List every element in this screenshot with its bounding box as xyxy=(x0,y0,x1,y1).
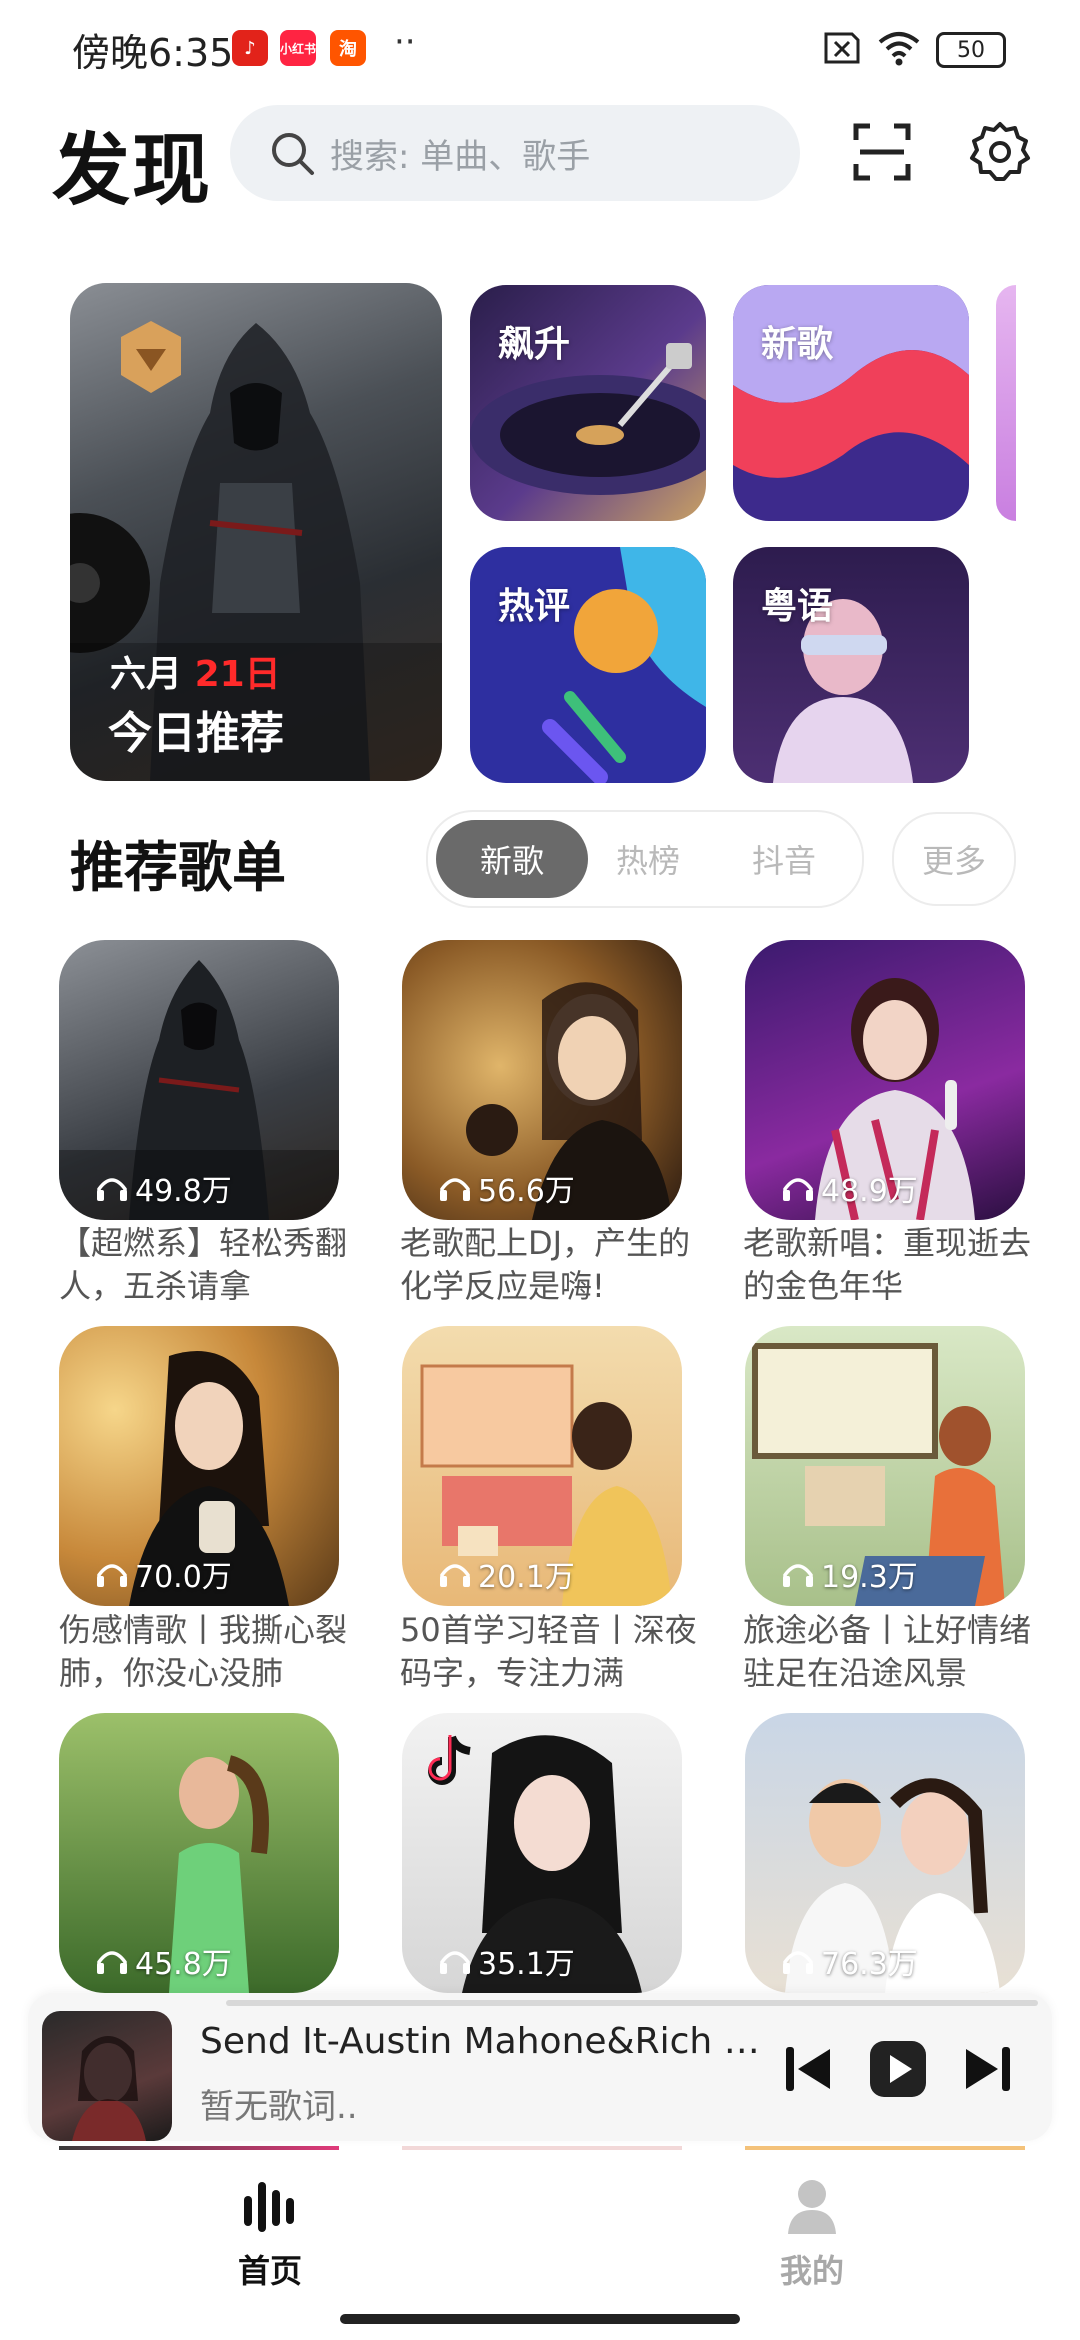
wifi-icon xyxy=(878,32,920,66)
headphones-icon xyxy=(783,1178,813,1201)
playlist-title[interactable]: 老歌配上DJ，产生的化学反应是嗨! xyxy=(400,1222,700,1308)
battery-icon: 50 xyxy=(936,32,1006,68)
daily-month: 六月 xyxy=(110,654,183,695)
tile-rising-chart[interactable]: 飙升 xyxy=(470,285,706,521)
scan-icon[interactable] xyxy=(852,122,912,182)
playlist-card[interactable]: 35.1万 xyxy=(402,1713,682,1993)
no-sim-icon xyxy=(824,32,860,64)
next-track-icon[interactable] xyxy=(960,2041,1016,2097)
tile-hot-comments[interactable]: 热评 xyxy=(470,547,706,783)
playback-progress-bar[interactable] xyxy=(226,2000,1038,2006)
album-art[interactable] xyxy=(42,2011,172,2141)
play-count: 76.3万 xyxy=(781,1939,918,1983)
tile-cantonese[interactable]: 粤语 xyxy=(733,547,969,783)
play-count-value: 48.9万 xyxy=(821,1174,918,1209)
playlist-card[interactable]: 49.8万 xyxy=(59,940,339,1220)
daily-date: 六月 21日 xyxy=(110,645,281,697)
play-count-value: 56.6万 xyxy=(478,1174,575,1209)
playlist-card[interactable]: 76.3万 xyxy=(745,1713,1025,1993)
playlist-card[interactable]: 20.1万 xyxy=(402,1326,682,1606)
page-title: 发现 xyxy=(52,126,213,216)
play-count: 19.3万 xyxy=(781,1552,918,1596)
status-time: 傍晚6:35 xyxy=(72,31,234,75)
headphones-icon xyxy=(97,1951,127,1974)
playlist-card[interactable]: 19.3万 xyxy=(745,1326,1025,1606)
play-count-value: 70.0万 xyxy=(135,1560,232,1595)
play-button-icon[interactable] xyxy=(868,2039,928,2099)
play-count: 35.1万 xyxy=(438,1939,575,1983)
tile-label: 新歌 xyxy=(761,324,834,365)
headphones-icon xyxy=(783,1564,813,1587)
search-placeholder: 搜索: 单曲、歌手 xyxy=(330,137,591,177)
play-count-value: 35.1万 xyxy=(478,1947,575,1982)
daily-recommend-card[interactable]: 六月 21日 今日推荐 xyxy=(70,283,442,781)
play-count-value: 19.3万 xyxy=(821,1560,918,1595)
tab-new-songs[interactable]: 新歌 xyxy=(436,820,588,898)
more-notifications-icon: ·· xyxy=(394,22,416,62)
search-bar[interactable]: 搜索: 单曲、歌手 xyxy=(230,105,800,201)
settings-icon[interactable] xyxy=(968,120,1032,184)
headphones-icon xyxy=(97,1178,127,1201)
tab-douyin[interactable]: 抖音 xyxy=(708,820,860,898)
more-button[interactable]: 更多 xyxy=(892,812,1016,906)
playlist-title[interactable]: 老歌新唱：重现逝去的金色年华 xyxy=(743,1222,1043,1308)
tile-new-songs[interactable]: 新歌 xyxy=(733,285,969,521)
playlist-title[interactable]: 旅途必备丨让好情绪驻足在沿途风景 xyxy=(743,1609,1043,1695)
play-count-value: 20.1万 xyxy=(478,1560,575,1595)
previous-track-icon[interactable] xyxy=(780,2041,836,2097)
tile-label: 热评 xyxy=(498,586,571,627)
nav-home-label: 首页 xyxy=(238,2252,303,2290)
tiktok-icon xyxy=(428,1735,471,1785)
bottom-nav: 首页 我的 xyxy=(0,2150,1080,2340)
music-app-icon: ♪ xyxy=(232,30,268,66)
play-count-value: 76.3万 xyxy=(821,1947,918,1982)
nav-mine[interactable]: 我的 xyxy=(742,2176,882,2306)
headphones-icon xyxy=(783,1951,813,1974)
headphones-icon xyxy=(440,1951,470,1974)
now-playing-title[interactable]: Send It-Austin Mahone&Rich Ho... xyxy=(200,2021,780,2062)
headphones-icon xyxy=(97,1564,127,1587)
playlist-card[interactable]: 48.9万 xyxy=(745,940,1025,1220)
mini-player[interactable]: Send It-Austin Mahone&Rich Ho... 暂无歌词.. xyxy=(28,1993,1052,2141)
tab-hot-chart[interactable]: 热榜 xyxy=(572,820,724,898)
taobao-icon: 淘 xyxy=(330,30,366,66)
album-cover xyxy=(72,2036,146,2141)
nav-home[interactable]: 首页 xyxy=(200,2176,340,2306)
headphones-icon xyxy=(440,1178,470,1201)
play-count: 48.9万 xyxy=(781,1166,918,1210)
daily-day: 21日 xyxy=(194,654,281,695)
playlist-tab-bar: 新歌 热榜 抖音 xyxy=(426,810,864,908)
search-icon xyxy=(272,133,314,175)
person-icon xyxy=(788,2180,836,2234)
playlist-card[interactable]: 70.0万 xyxy=(59,1326,339,1606)
tile-next-peek[interactable] xyxy=(996,285,1016,521)
playlist-title[interactable]: 50首学习轻音丨深夜码字，专注力满 xyxy=(400,1609,700,1695)
play-count: 70.0万 xyxy=(95,1552,232,1596)
playlist-title[interactable]: 伤感情歌丨我撕心裂肺，你没心没肺 xyxy=(59,1609,359,1695)
xiaohongshu-icon: 小红书 xyxy=(280,30,316,66)
play-count-value: 49.8万 xyxy=(135,1174,232,1209)
tile-label: 飙升 xyxy=(498,324,571,365)
play-count: 56.6万 xyxy=(438,1166,575,1210)
vip-badge-icon xyxy=(121,321,181,393)
playlist-card[interactable]: 45.8万 xyxy=(59,1713,339,1993)
now-playing-lyric: 暂无歌词.. xyxy=(200,2087,358,2127)
tile-label: 粤语 xyxy=(761,586,834,627)
play-count-value: 45.8万 xyxy=(135,1947,232,1982)
daily-label: 今日推荐 xyxy=(108,708,284,759)
playlist-title[interactable]: 【超燃系】轻松秀翻人，五杀请拿 xyxy=(59,1222,359,1308)
home-indicator[interactable] xyxy=(340,2314,740,2324)
equalizer-icon xyxy=(244,2182,294,2232)
playlist-card[interactable]: 56.6万 xyxy=(402,940,682,1220)
nav-mine-label: 我的 xyxy=(780,2252,845,2290)
section-title: 推荐歌单 xyxy=(70,836,286,899)
play-count: 45.8万 xyxy=(95,1939,232,1983)
status-bar: 傍晚6:35 ♪ 小红书 淘 ·· 50 xyxy=(0,0,1080,95)
battery-level: 50 xyxy=(957,37,985,63)
play-count: 49.8万 xyxy=(95,1166,232,1210)
headphones-icon xyxy=(440,1564,470,1587)
play-count: 20.1万 xyxy=(438,1552,575,1596)
